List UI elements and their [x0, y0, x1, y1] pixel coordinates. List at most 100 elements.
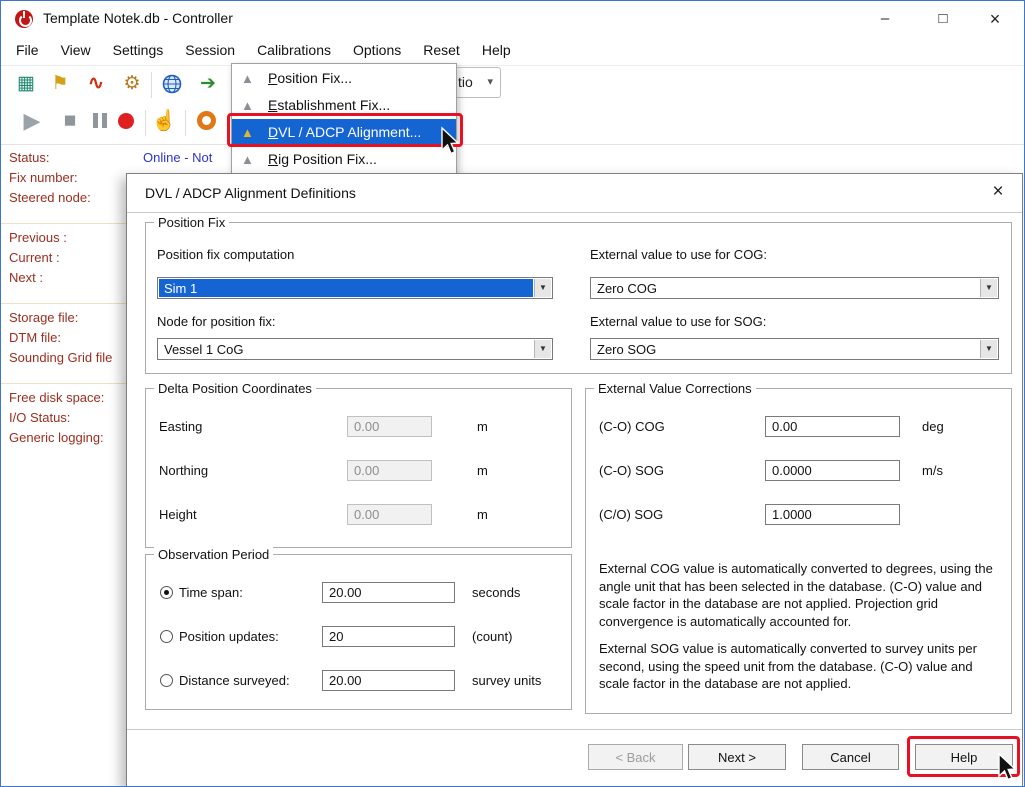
height-label: Height — [159, 507, 197, 522]
app-window: Template Notek.db - Controller – □ × Fil… — [0, 0, 1025, 787]
position-updates-input[interactable] — [322, 626, 455, 647]
menu-reset[interactable]: Reset — [412, 37, 471, 63]
menu-session[interactable]: Session — [174, 37, 246, 63]
toolbar-combo-value: tio — [458, 74, 473, 90]
dialog-divider — [127, 729, 1022, 731]
status-group-divider — [1, 383, 126, 384]
menu-item-label: Establishment Fix... — [268, 97, 390, 113]
menu-file[interactable]: File — [5, 37, 50, 63]
node-for-position-fix-label: Node for position fix: — [157, 314, 276, 329]
menu-settings[interactable]: Settings — [102, 37, 175, 63]
external-sog-label: External value to use for SOG: — [590, 314, 766, 329]
northing-input — [347, 460, 432, 481]
combo-value: Sim 1 — [159, 279, 533, 297]
grid-icon[interactable]: ▦ — [13, 71, 39, 97]
distance-surveyed-radio[interactable] — [160, 674, 173, 687]
curve-icon[interactable]: ∿ — [83, 71, 109, 97]
c-o-cog-unit: deg — [922, 419, 944, 434]
minimize-button[interactable]: – — [862, 1, 908, 37]
distance-surveyed-label: Distance surveyed: — [179, 673, 290, 688]
stop-icon[interactable]: ■ — [57, 108, 83, 134]
distance-surveyed-input[interactable] — [322, 670, 455, 691]
combo-value: Zero COG — [592, 279, 979, 297]
back-button: < Back — [588, 744, 683, 770]
life-ring-icon[interactable] — [193, 108, 219, 134]
export-icon[interactable]: ➔ — [195, 71, 221, 97]
dropdown-arrow-icon[interactable]: ▼ — [980, 279, 997, 297]
close-button[interactable]: × — [972, 1, 1018, 37]
external-cog-combo[interactable]: Zero COG ▼ — [590, 277, 999, 299]
play-icon[interactable]: ▶ — [19, 108, 45, 134]
c-o-cog-input[interactable] — [765, 416, 900, 437]
external-cog-label: External value to use for COG: — [590, 247, 767, 262]
menu-options[interactable]: Options — [342, 37, 412, 63]
hand-icon[interactable]: ☝ — [151, 108, 177, 134]
external-sog-combo[interactable]: Zero SOG ▼ — [590, 338, 999, 360]
cancel-button[interactable]: Cancel — [802, 744, 899, 770]
status-label-storage-file: Storage file: — [9, 310, 78, 325]
tripod-icon: ▲ — [241, 92, 261, 119]
help-button[interactable]: Help — [915, 744, 1013, 770]
group-legend: Delta Position Coordinates — [154, 381, 316, 396]
status-label-free-disk-space: Free disk space: — [9, 390, 104, 405]
c-o-sog-input[interactable] — [765, 460, 900, 481]
status-label-dtm-file: DTM file: — [9, 330, 61, 345]
dropdown-arrow-icon[interactable]: ▼ — [534, 340, 551, 358]
status-label-fix-number: Fix number: — [9, 170, 78, 185]
gears-icon[interactable]: ⚙ — [119, 71, 145, 97]
group-legend: Observation Period — [154, 547, 273, 562]
toolbar-row-1: ▦ ⚑ ∿ ⚙ ➔ — [1, 65, 1024, 102]
menu-help[interactable]: Help — [471, 37, 522, 63]
sog-conversion-note: External SOG value is automatically conv… — [599, 640, 1001, 693]
dropdown-arrow-icon[interactable]: ▼ — [534, 279, 551, 297]
toolbar-separator — [145, 110, 146, 136]
maximize-button[interactable]: □ — [920, 1, 966, 37]
time-span-input[interactable] — [322, 582, 455, 603]
tripod-icon: ▲ — [241, 119, 261, 146]
app-power-icon — [15, 10, 33, 28]
status-label-previous: Previous : — [9, 230, 67, 245]
easting-unit: m — [477, 419, 488, 434]
c-o-sog-unit: m/s — [922, 463, 943, 478]
position-fix-computation-combo[interactable]: Sim 1 ▼ — [157, 277, 553, 299]
dialog-title: DVL / ADCP Alignment Definitions — [145, 185, 356, 201]
position-updates-unit: (count) — [472, 629, 512, 644]
flag-icon[interactable]: ⚑ — [47, 71, 73, 97]
group-legend: External Value Corrections — [594, 381, 756, 396]
status-label-i-o-status: I/O Status: — [9, 410, 70, 425]
time-span-unit: seconds — [472, 585, 520, 600]
pause-icon[interactable] — [87, 108, 113, 134]
c-o-sog-input[interactable] — [765, 504, 900, 525]
dialog-close-icon[interactable]: × — [986, 180, 1010, 204]
menu-view[interactable]: View — [50, 37, 102, 63]
menu-item-rig-position-fix[interactable]: ▲ Rig Position Fix... — [232, 146, 456, 173]
dialog-divider — [127, 212, 1022, 214]
titlebar: Template Notek.db - Controller – □ × — [1, 1, 1024, 37]
record-icon[interactable] — [113, 108, 139, 134]
globe-icon[interactable] — [159, 71, 185, 97]
toolbar-row-2: ▶ ■ ☝ — [1, 102, 1024, 144]
easting-label: Easting — [159, 419, 202, 434]
position-updates-label: Position updates: — [179, 629, 279, 644]
menu-item-position-fix[interactable]: ▲Position Fix... — [232, 65, 456, 92]
menu-item-establishment-fix[interactable]: ▲ Establishment Fix... — [232, 92, 456, 119]
distance-surveyed-unit: survey units — [472, 673, 541, 688]
menu-item-dvl-adcp-alignment[interactable]: ▲DVL / ADCP Alignment... — [232, 119, 456, 146]
dropdown-arrow-icon[interactable]: ▼ — [980, 340, 997, 358]
status-label-sounding-grid-file: Sounding Grid file — [9, 350, 112, 365]
time-span-radio[interactable] — [160, 586, 173, 599]
menu-item-label: Rig Position Fix... — [268, 151, 377, 167]
node-for-position-fix-combo[interactable]: Vessel 1 CoG ▼ — [157, 338, 553, 360]
next-button[interactable]: Next > — [688, 744, 786, 770]
time-span-label: Time span: — [179, 585, 243, 600]
tripod-icon: ▲ — [241, 146, 261, 173]
easting-input — [347, 416, 432, 437]
calibrations-menu: ▲Position Fix...▲Establishment Fix...▲DV… — [231, 63, 457, 175]
combo-value: Vessel 1 CoG — [159, 340, 533, 358]
northing-unit: m — [477, 463, 488, 478]
menu-calibrations[interactable]: Calibrations — [246, 37, 342, 63]
status-label-next: Next : — [9, 270, 43, 285]
chevron-down-icon: ▾ — [487, 75, 493, 88]
combo-value: Zero SOG — [592, 340, 979, 358]
position-updates-radio[interactable] — [160, 630, 173, 643]
